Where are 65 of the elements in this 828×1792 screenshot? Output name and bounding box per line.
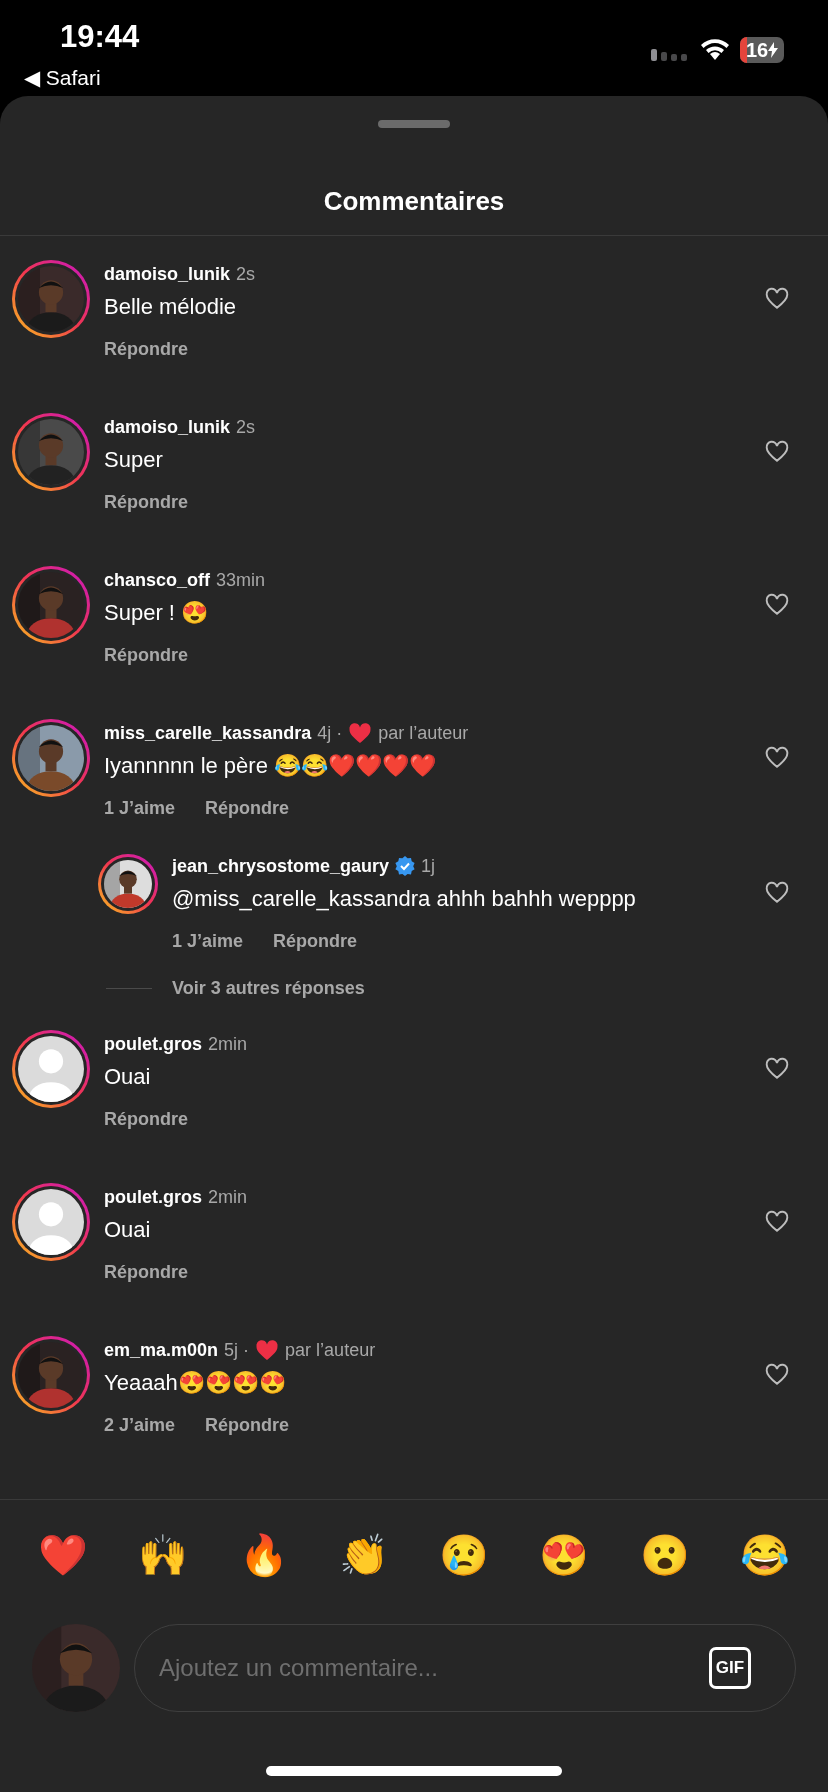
comment-text: Belle mélodie (104, 293, 238, 321)
like-heart-icon[interactable] (764, 286, 790, 310)
battery-indicator: 16 (740, 37, 784, 63)
like-heart-icon[interactable] (764, 880, 790, 904)
reply-link[interactable]: Répondre (104, 642, 188, 669)
wifi-icon (700, 38, 730, 62)
drag-handle[interactable] (378, 120, 450, 128)
timestamp: 4j · (317, 721, 343, 745)
cellular-signal-icon (651, 48, 687, 62)
emoji-reaction-button[interactable]: 😂 (739, 1530, 790, 1580)
timestamp: 2min (208, 1185, 247, 1209)
reply-link[interactable]: Répondre (104, 1106, 188, 1133)
username[interactable]: chansco_off (104, 566, 211, 594)
clock-time: 19:44 (60, 18, 140, 56)
back-to-app-link[interactable]: ◀ Safari (24, 62, 101, 94)
comment-text: Ouai (104, 1063, 152, 1091)
username[interactable]: jean_chrysostome_gaury (172, 852, 390, 880)
like-heart-icon[interactable] (764, 439, 790, 463)
username[interactable]: poulet.gros (104, 1030, 202, 1058)
like-heart-icon[interactable] (764, 592, 790, 616)
reply-link[interactable]: Répondre (273, 928, 358, 955)
timestamp: 33min (216, 568, 266, 592)
username[interactable]: miss_carelle_kassandra (104, 719, 312, 747)
timestamp: 2s (236, 415, 256, 439)
emoji-reaction-button[interactable]: 😢 (439, 1530, 490, 1580)
emoji-reaction-button[interactable]: 🙌 (138, 1530, 189, 1580)
emoji-reaction-button[interactable]: ❤ (38, 1530, 88, 1580)
comment-text: @miss_carelle_kassandra ahhh bahhh wepppp (172, 885, 637, 913)
like-count-link[interactable]: 1 J’aime (104, 795, 176, 822)
emoji-reaction-button[interactable]: 🔥 (238, 1530, 289, 1580)
username[interactable]: damoiso_lunik (104, 413, 231, 441)
gif-button[interactable]: GIF (709, 1647, 751, 1689)
like-heart-icon[interactable] (764, 1362, 790, 1386)
reply-link[interactable]: Répondre (104, 1259, 188, 1286)
timestamp: 2min (208, 1032, 247, 1056)
reply-link[interactable]: Répondre (205, 1412, 290, 1439)
comment-text: Yeaaah😍😍😍😍 (104, 1369, 287, 1397)
like-count-link[interactable]: 1 J’aime (172, 928, 244, 955)
liked-by-author-label: par l’auteur (378, 721, 469, 745)
username[interactable]: em_ma.m00n (104, 1336, 219, 1364)
emoji-reaction-button[interactable]: 👏 (338, 1530, 389, 1580)
timestamp: 1j (421, 854, 436, 878)
story-ring-avatar[interactable] (98, 854, 158, 914)
default-avatar-icon (18, 1036, 84, 1102)
like-heart-icon[interactable] (764, 1209, 790, 1233)
reply-link[interactable]: Répondre (104, 336, 188, 363)
timestamp: 5j · (224, 1338, 250, 1362)
like-count-link[interactable]: 2 J’aime (104, 1412, 176, 1439)
timestamp: 2s (236, 262, 256, 286)
username[interactable]: damoiso_lunik (104, 260, 231, 288)
comment-text: Super ! 😍 (104, 599, 210, 627)
comment-text: Super (104, 446, 164, 474)
comment-text: Ouai (104, 1216, 152, 1244)
reply-link[interactable]: Répondre (205, 795, 290, 822)
emoji-reaction-button[interactable]: 😮 (639, 1530, 690, 1580)
sheet-title: Commentaires (323, 185, 505, 218)
like-heart-icon[interactable] (764, 1056, 790, 1080)
like-heart-icon[interactable] (764, 745, 790, 769)
default-avatar-icon (18, 1189, 84, 1255)
view-more-replies-link[interactable]: Voir 3 autres réponses (172, 975, 365, 1002)
emoji-reaction-button[interactable]: 😍 (539, 1530, 590, 1580)
reply-link[interactable]: Répondre (104, 489, 188, 516)
comment-text: Iyannnnn le père 😂😂❤❤❤❤ (104, 752, 438, 780)
liked-by-author-label: par l’auteur (285, 1338, 376, 1362)
username[interactable]: poulet.gros (104, 1183, 202, 1211)
